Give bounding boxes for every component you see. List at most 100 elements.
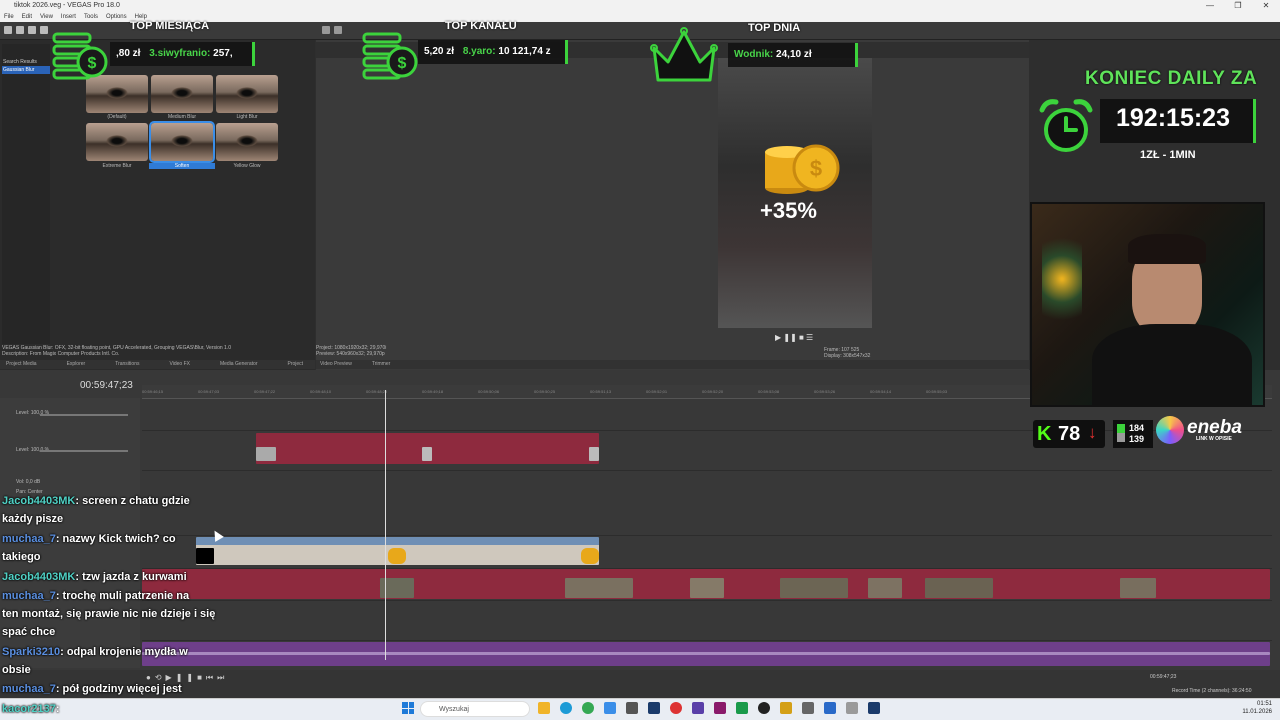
- menu-edit[interactable]: Edit: [22, 12, 32, 22]
- app-icon[interactable]: [824, 702, 836, 714]
- chat-line: Jacob4403MK: screen z chatu gdzie: [2, 495, 190, 507]
- chat-text: : nazwy Kick twich? co: [55, 533, 176, 545]
- chat-line: Jacob4403MK: tzw jazda z kurwami: [2, 571, 187, 583]
- edge-icon[interactable]: [560, 702, 572, 714]
- window-title: tiktok 2026.veg - VEGAS Pro 18.0: [14, 2, 120, 9]
- chat-line: obsie: [2, 664, 31, 676]
- minimize-button[interactable]: —: [1196, 0, 1224, 12]
- playhead[interactable]: [385, 390, 386, 660]
- level-slider[interactable]: [40, 414, 128, 416]
- top-channel-rank: 8.yaro:: [462, 46, 496, 57]
- ruler-tick-label: 00:59:47;03: [198, 389, 220, 394]
- tab-project-media[interactable]: Project Media: [6, 360, 37, 369]
- timeline-timecode: 00:59:47;23: [80, 380, 133, 391]
- opera-icon[interactable]: [670, 702, 682, 714]
- clock-date: 11.01.2026: [1242, 709, 1272, 715]
- store-icon[interactable]: [604, 702, 616, 714]
- app-icon[interactable]: [802, 702, 814, 714]
- stat-b: 139: [1129, 434, 1145, 444]
- file-explorer-icon[interactable]: [538, 702, 550, 714]
- window-titlebar: tiktok 2026.veg - VEGAS Pro 18.0: [0, 0, 1280, 12]
- preset-thumb-yellow-glow[interactable]: [216, 123, 278, 161]
- clip-thumbnail: [1120, 578, 1156, 598]
- maximize-button[interactable]: ❐: [1224, 0, 1252, 12]
- vegas-pro-icon[interactable]: [868, 702, 880, 714]
- preset-thumb-light-blur[interactable]: [216, 75, 278, 113]
- preset-label-selected: Soften: [149, 163, 215, 169]
- chat-user: muchaa_7: [2, 590, 56, 602]
- chat-line: spać chce: [2, 626, 55, 638]
- chat-line: każdy pisze: [2, 513, 63, 525]
- menu-options[interactable]: Options: [106, 12, 127, 22]
- chat-line: kacor2137:: [2, 703, 60, 715]
- chat-line: muchaa_7: nazwy Kick twich? co: [2, 533, 176, 545]
- vegas-icon[interactable]: [648, 702, 660, 714]
- app-icon[interactable]: [780, 702, 792, 714]
- close-button[interactable]: ✕: [1252, 0, 1280, 12]
- menu-view[interactable]: View: [40, 12, 53, 22]
- preset-thumb-default[interactable]: [86, 75, 148, 113]
- clip-thumbnail: [581, 548, 599, 564]
- preview-transport[interactable]: ▶ ❚❚ ■ ☰: [775, 333, 813, 342]
- chat-text: takiego: [2, 551, 41, 563]
- tree-item-gaussian-blur[interactable]: Gaussian Blur: [2, 66, 50, 74]
- tab-trimmer[interactable]: Trimmer: [372, 360, 390, 369]
- preview-info-preview: Preview: 540x960x32; 29,970p: [316, 351, 385, 357]
- chat-user: Sparki3210: [2, 646, 61, 658]
- preset-thumb-extreme-blur[interactable]: [86, 123, 148, 161]
- display-readout: Display: 308x547x32: [824, 353, 871, 359]
- preset-thumb-soften[interactable]: [149, 121, 215, 163]
- ruler-tick-label: 00:59:53;26: [814, 389, 836, 394]
- ruler-tick-label: 00:59:55;03: [926, 389, 948, 394]
- taskbar-search[interactable]: Wyszukaj: [420, 701, 530, 717]
- chat-line: takiego: [2, 551, 41, 563]
- menu-tools[interactable]: Tools: [84, 12, 98, 22]
- settings-icon[interactable]: [322, 26, 330, 34]
- start-icon[interactable]: [402, 702, 414, 714]
- menu-insert[interactable]: Insert: [61, 12, 76, 22]
- tab-transitions[interactable]: Transitions: [115, 360, 139, 369]
- app-icon[interactable]: [736, 702, 748, 714]
- tree-item-search-results[interactable]: Search Results: [2, 58, 50, 66]
- app-icon[interactable]: [626, 702, 638, 714]
- menu-file[interactable]: File: [4, 12, 14, 22]
- chrome-icon[interactable]: [582, 702, 594, 714]
- chat-text: : screen z chatu gdzie: [75, 495, 190, 507]
- level-slider[interactable]: [40, 450, 128, 452]
- new-icon[interactable]: [4, 26, 12, 34]
- clip-thumbnail: [925, 578, 993, 598]
- preview-quality-icon[interactable]: [334, 26, 342, 34]
- chat-user: muchaa_7: [2, 533, 56, 545]
- transport-controls[interactable]: ●⟲▶❚❚■⏮⏭: [146, 673, 228, 683]
- tab-project[interactable]: Project: [288, 360, 304, 369]
- app-icon[interactable]: [714, 702, 726, 714]
- app-icon[interactable]: [846, 702, 858, 714]
- preset-thumb-medium-blur[interactable]: [151, 75, 213, 113]
- svg-text:$: $: [810, 156, 822, 181]
- tab-explorer[interactable]: Explorer: [67, 360, 86, 369]
- chat-user: Jacob4403MK: [2, 495, 76, 507]
- top-channel-title: TOP KANAŁU: [445, 20, 517, 32]
- open-icon[interactable]: [16, 26, 24, 34]
- left-panel-tabs: Project Media Explorer Transitions Video…: [0, 360, 315, 369]
- clip-thumbnail: [780, 578, 848, 598]
- save-icon[interactable]: [28, 26, 36, 34]
- fx-tree: Search Results Gaussian Blur: [2, 44, 50, 344]
- preset-label: (Default): [107, 114, 127, 120]
- svg-text:$: $: [398, 55, 407, 72]
- taskbar-clock[interactable]: 01:51 11.01.2026: [1242, 700, 1272, 716]
- app-icon[interactable]: [692, 702, 704, 714]
- properties-icon[interactable]: [40, 26, 48, 34]
- timeline-panel: [0, 370, 1280, 670]
- chat-user: Jacob4403MK: [2, 571, 76, 583]
- streamer-hair: [1128, 234, 1206, 264]
- tab-video-fx[interactable]: Video FX: [169, 360, 189, 369]
- chat-text: : trochę muli patrzenie na: [55, 590, 190, 602]
- chat-text: spać chce: [2, 626, 56, 638]
- ruler-tick-label: 00:59:48;10: [310, 389, 332, 394]
- tab-media-generator[interactable]: Media Generator: [220, 360, 258, 369]
- clip-thumbnail: [388, 548, 406, 564]
- obs-icon[interactable]: [758, 702, 770, 714]
- tab-video-preview[interactable]: Video Preview: [320, 360, 352, 369]
- chat-line: muchaa_7: trochę muli patrzenie na: [2, 590, 189, 602]
